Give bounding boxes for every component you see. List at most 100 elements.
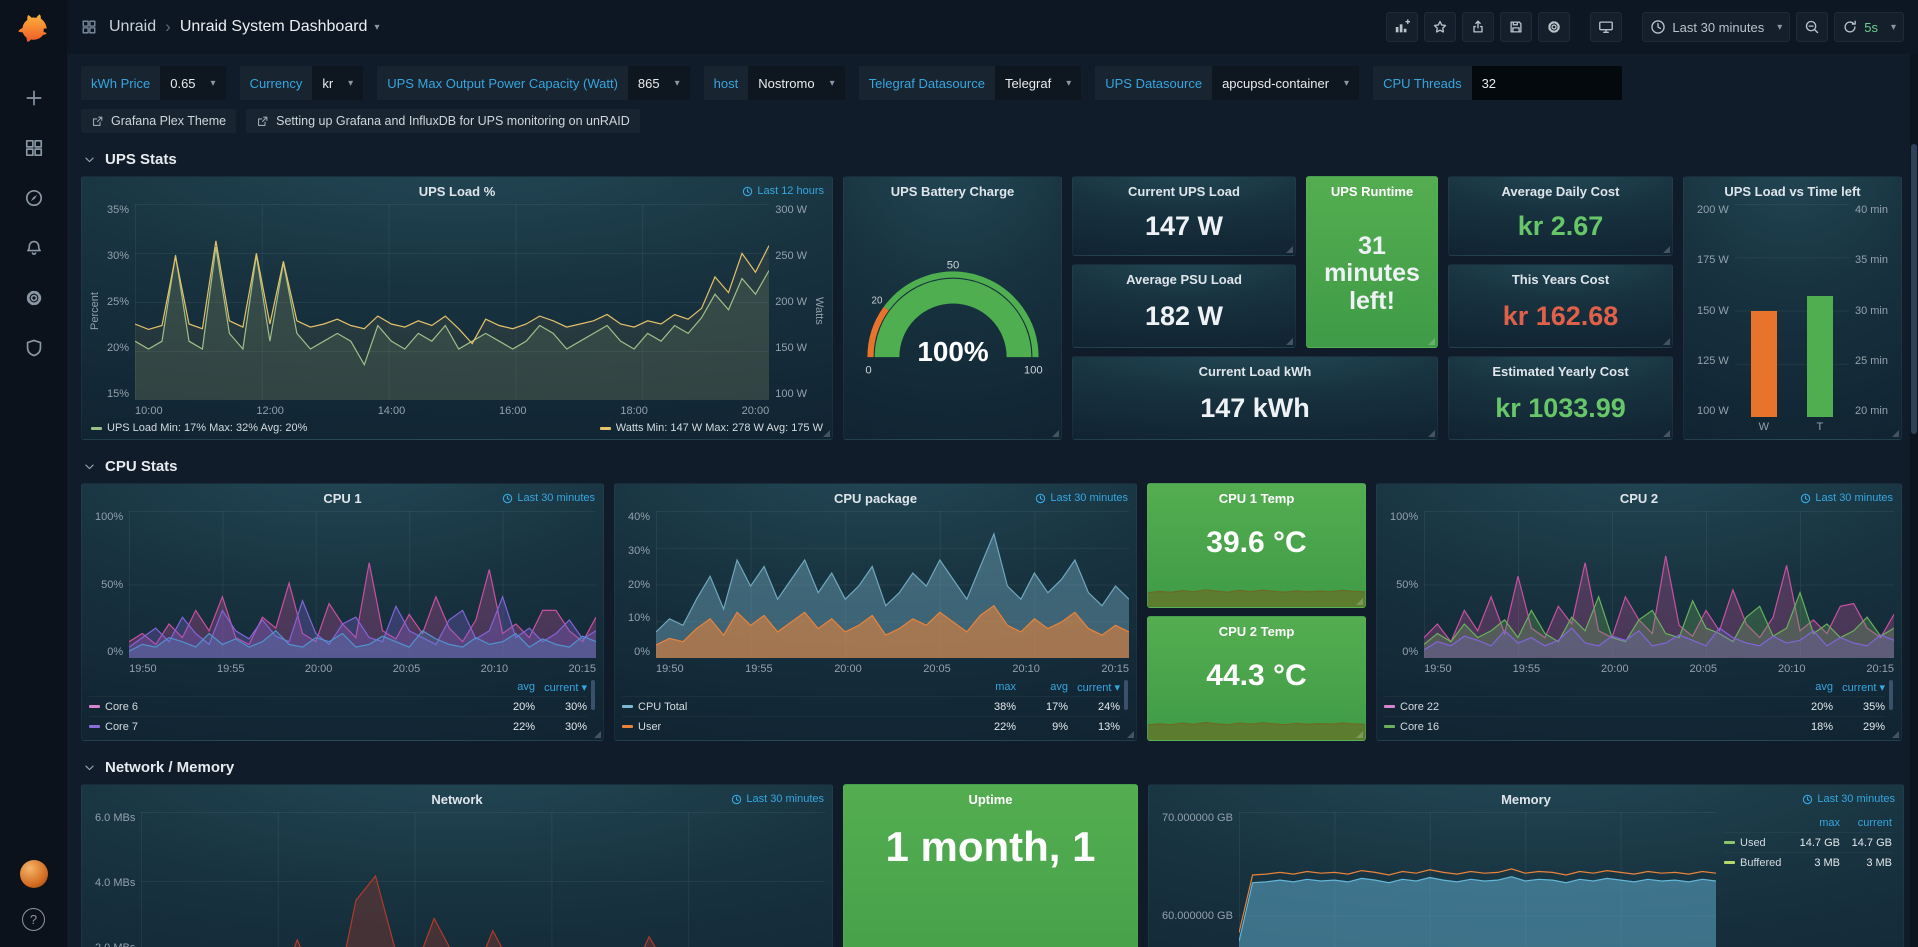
dashboards-icon[interactable] xyxy=(24,138,44,158)
server-admin-shield-icon[interactable] xyxy=(24,338,44,358)
legend-scrollbar[interactable] xyxy=(1124,680,1128,710)
breadcrumb-current[interactable]: Unraid System Dashboard xyxy=(180,18,368,36)
bar-t[interactable] xyxy=(1807,296,1833,417)
legend-sort-avg[interactable]: avg xyxy=(483,681,535,693)
user-avatar[interactable] xyxy=(20,860,48,888)
panel-title[interactable]: Average PSU Load xyxy=(1126,272,1242,287)
panel-time-range-badge[interactable]: Last 12 hours xyxy=(742,185,824,197)
legend-sort-current[interactable]: current xyxy=(1840,817,1892,829)
legend-row[interactable]: Buffered3 MB3 MB xyxy=(1724,852,1892,872)
share-button[interactable] xyxy=(1462,12,1494,42)
grafana-logo[interactable] xyxy=(16,12,52,48)
alerting-bell-icon[interactable] xyxy=(24,238,44,258)
panel-title[interactable]: CPU 1 Temp xyxy=(1219,491,1295,506)
legend-row[interactable]: CPU Total38%17%24% xyxy=(622,696,1120,716)
favorite-star-button[interactable] xyxy=(1424,12,1456,42)
variable-value-dropdown[interactable]: Telegraf▾ xyxy=(995,66,1081,100)
legend-row[interactable]: User22%9%13% xyxy=(622,716,1120,736)
plot-area[interactable] xyxy=(129,511,596,658)
legend-sort-current[interactable]: current ▾ xyxy=(1833,681,1885,694)
legend-scrollbar[interactable] xyxy=(591,680,595,710)
panel-title[interactable]: Current Load kWh xyxy=(1199,364,1312,379)
cycle-view-monitor-button[interactable] xyxy=(1590,12,1622,42)
legend-row[interactable]: Core 1618%29% xyxy=(1384,716,1885,736)
plot-area[interactable] xyxy=(135,204,769,400)
panel-title[interactable]: Memory xyxy=(1501,792,1551,807)
legend-scrollbar[interactable] xyxy=(1889,680,1893,710)
refresh-button[interactable]: 5s ▾ xyxy=(1834,12,1904,42)
scrollbar-thumb[interactable] xyxy=(1911,144,1917,434)
panel-title[interactable]: UPS Battery Charge xyxy=(891,184,1015,199)
plot-area[interactable] xyxy=(656,511,1129,658)
panel-time-range-badge[interactable]: Last 30 minutes xyxy=(502,492,595,504)
plot-area[interactable] xyxy=(1239,812,1716,947)
legend-sort-current[interactable]: current ▾ xyxy=(1068,681,1120,694)
legend-item[interactable]: Watts Min: 147 W Max: 278 W Avg: 175 W xyxy=(600,422,823,434)
ups-load-chart[interactable]: Percent35%30%25%20%15%10:0012:0014:0016:… xyxy=(82,201,832,439)
section-header-cpu-stats[interactable]: CPU Stats xyxy=(81,450,1904,483)
variable-value-dropdown[interactable]: 865▾ xyxy=(628,66,690,100)
help-icon[interactable]: ? xyxy=(22,908,45,931)
zoom-out-button[interactable] xyxy=(1796,12,1828,42)
panel-time-range-badge[interactable]: Last 30 minutes xyxy=(1035,492,1128,504)
legend-sort-max[interactable]: max xyxy=(964,681,1016,693)
page-scrollbar[interactable] xyxy=(1910,54,1918,947)
memory-chart[interactable]: 70.000000 GB60.000000 GB50.000000 GB19:5… xyxy=(1149,809,1903,947)
variable-value-dropdown[interactable]: kr▾ xyxy=(312,66,363,100)
breadcrumb-root[interactable]: Unraid xyxy=(109,18,156,36)
panel-title[interactable]: CPU 1 xyxy=(323,491,361,506)
caret-down-icon[interactable]: ▾ xyxy=(1891,22,1896,33)
panel-title[interactable]: This Years Cost xyxy=(1512,272,1609,287)
legend-row[interactable]: Core 722%30% xyxy=(89,716,587,736)
cpu-threads-input[interactable] xyxy=(1472,66,1622,100)
legend-sort-avg[interactable]: avg xyxy=(1016,681,1068,693)
panel-title[interactable]: Network xyxy=(431,792,482,807)
panel-title[interactable]: Estimated Yearly Cost xyxy=(1492,364,1628,379)
variable-value-dropdown[interactable]: Nostromo▾ xyxy=(748,66,844,100)
panel-title[interactable]: Uptime xyxy=(968,792,1012,807)
legend-sort-avg[interactable]: avg xyxy=(1781,681,1833,693)
create-icon[interactable] xyxy=(24,88,44,108)
load-vs-time-chart[interactable]: 200 W175 W150 W125 W100 WWT40 min35 min3… xyxy=(1684,201,1901,439)
section-header-network-memory[interactable]: Network / Memory xyxy=(81,751,1904,784)
bar-w[interactable] xyxy=(1751,311,1777,418)
panel-time-range-badge[interactable]: Last 30 minutes xyxy=(731,793,824,805)
panel-title[interactable]: Current UPS Load xyxy=(1128,184,1240,199)
plot-area[interactable] xyxy=(141,812,825,947)
legend-item[interactable]: UPS Load Min: 17% Max: 32% Avg: 20% xyxy=(91,422,307,434)
legend-sort-current[interactable]: current ▾ xyxy=(535,681,587,694)
link-grafana-plex-theme[interactable]: Grafana Plex Theme xyxy=(81,109,236,133)
link-ups-monitoring-guide[interactable]: Setting up Grafana and InfluxDB for UPS … xyxy=(246,109,640,133)
variable-value-dropdown[interactable]: apcupsd-container▾ xyxy=(1212,66,1359,100)
explore-icon[interactable] xyxy=(24,188,44,208)
dashboard-settings-button[interactable] xyxy=(1538,12,1570,42)
legend-row[interactable]: Core 2220%35% xyxy=(1384,696,1885,716)
section-header-ups-stats[interactable]: UPS Stats xyxy=(81,143,1904,176)
panel-title[interactable]: CPU package xyxy=(834,491,917,506)
cpu2-chart[interactable]: 100%50%0%19:5019:5520:0020:0520:1020:15a… xyxy=(1377,508,1901,740)
panel-time-range-badge[interactable]: Last 30 minutes xyxy=(1800,492,1893,504)
add-panel-button[interactable] xyxy=(1386,12,1418,42)
plot-area[interactable] xyxy=(1735,204,1849,417)
panel-title[interactable]: CPU 2 Temp xyxy=(1219,624,1295,639)
network-chart[interactable]: 6.0 MBs4.0 MBs2.0 MBs0 MBs19:5019:5520:0… xyxy=(82,809,832,947)
panel-title[interactable]: UPS Load % xyxy=(419,184,496,199)
panel-cpu1-temp: CPU 1 Temp 39.6 °C xyxy=(1147,483,1366,608)
save-dashboard-button[interactable] xyxy=(1500,12,1532,42)
variable-value-dropdown[interactable]: 0.65▾ xyxy=(160,66,225,100)
configuration-gear-icon[interactable] xyxy=(24,288,44,308)
panel-time-range-badge[interactable]: Last 30 minutes xyxy=(1802,793,1895,805)
panel-title[interactable]: UPS Runtime xyxy=(1331,184,1413,199)
panel-title[interactable]: CPU 2 xyxy=(1620,491,1658,506)
caret-down-icon[interactable]: ▾ xyxy=(374,22,379,33)
refresh-interval-label[interactable]: 5s xyxy=(1864,20,1878,35)
cpu-package-chart[interactable]: 40%30%20%10%0%19:5019:5520:0020:0520:102… xyxy=(615,508,1136,740)
panel-title[interactable]: Average Daily Cost xyxy=(1501,184,1619,199)
legend-row[interactable]: Used14.7 GB14.7 GB xyxy=(1724,832,1892,852)
plot-area[interactable] xyxy=(1424,511,1894,658)
time-range-picker[interactable]: Last 30 minutes ▾ xyxy=(1642,12,1790,42)
panel-title[interactable]: UPS Load vs Time left xyxy=(1724,184,1860,199)
legend-sort-max[interactable]: max xyxy=(1788,817,1840,829)
cpu1-chart[interactable]: 100%50%0%19:5019:5520:0020:0520:1020:15a… xyxy=(82,508,603,740)
legend-row[interactable]: Core 620%30% xyxy=(89,696,587,716)
